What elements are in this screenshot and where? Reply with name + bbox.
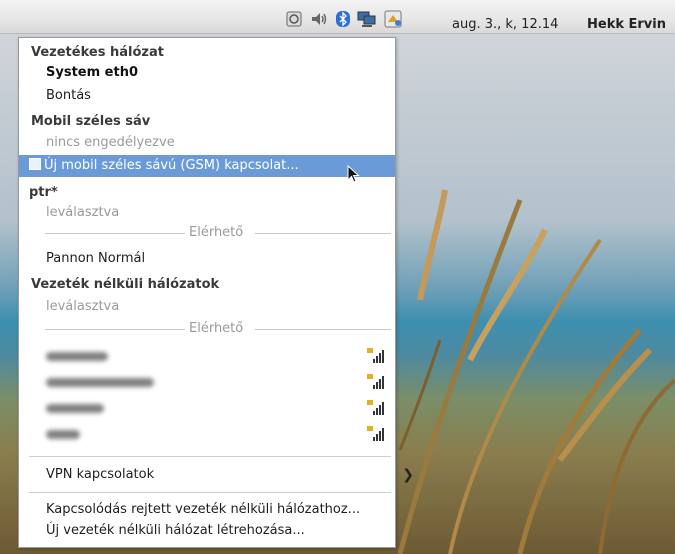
updates-icon[interactable]	[384, 10, 402, 28]
ptr-header: ptr*	[29, 185, 58, 200]
vpn-connections-label: VPN kapcsolatok	[46, 467, 155, 482]
bluetooth-icon[interactable]	[334, 10, 352, 28]
checkbox-icon	[29, 158, 41, 170]
top-panel: aug. 3., k, 12.14 Hekk Ervin	[0, 0, 675, 34]
blurred-network-name	[46, 430, 80, 439]
network-icon[interactable]	[357, 10, 376, 28]
disconnect-item[interactable]: Bontás	[19, 85, 422, 107]
wifi-signal-lock-icon	[366, 373, 384, 391]
new-mobile-connection-label: Új mobil széles sávú (GSM) kapcsolat...	[44, 158, 299, 173]
network-menu: Vezetékes hálózat System eth0 Bontás Mob…	[18, 37, 414, 548]
wireless-network-item[interactable]	[19, 423, 395, 445]
wireless-networks-header: Vezeték nélküli hálózatok	[31, 277, 220, 292]
user-menu[interactable]: Hekk Ervin	[587, 17, 666, 32]
blurred-network-name	[46, 352, 108, 361]
wireless-network-item[interactable]	[19, 345, 395, 367]
wireless-network-item[interactable]	[19, 397, 395, 419]
create-new-network-item[interactable]: Új vezeték nélküli hálózat létrehozása..…	[19, 520, 422, 542]
wireless-available-label: Elérhető	[189, 321, 244, 336]
mouse-cursor-icon	[347, 165, 360, 183]
clock[interactable]: aug. 3., k, 12.14	[452, 17, 558, 32]
mobile-status: nincs engedélyezve	[46, 135, 175, 150]
new-mobile-connection-item[interactable]: Új mobil széles sávú (GSM) kapcsolat...	[19, 155, 395, 177]
pannon-normal-item[interactable]: Pannon Normál	[19, 248, 422, 270]
sensor-icon[interactable]	[285, 10, 303, 28]
blurred-network-name	[46, 378, 154, 387]
wireless-network-item[interactable]	[19, 371, 395, 393]
vpn-connections-item[interactable]: VPN kapcsolatok ❯	[19, 464, 422, 486]
wireless-available-separator: Elérhető	[45, 318, 391, 340]
connect-hidden-network-item[interactable]: Kapcsolódás rejtett vezeték nélküli háló…	[19, 499, 422, 521]
wired-network-header: Vezetékes hálózat	[31, 45, 164, 60]
available-label: Elérhető	[189, 225, 244, 240]
volume-icon[interactable]	[310, 10, 328, 28]
wifi-signal-lock-icon	[366, 399, 384, 417]
menu-separator	[29, 492, 391, 493]
wifi-signal-lock-icon	[366, 425, 384, 443]
menu-separator	[29, 456, 391, 457]
mobile-broadband-header: Mobil széles sáv	[31, 114, 151, 129]
wireless-status: leválasztva	[46, 299, 120, 314]
wired-connection-item[interactable]: System eth0	[19, 62, 422, 84]
blurred-network-name	[46, 404, 104, 413]
wifi-signal-lock-icon	[366, 347, 384, 365]
ptr-status: leválasztva	[46, 205, 120, 220]
available-separator: Elérhető	[45, 222, 391, 244]
chevron-right-icon: ❯	[402, 467, 414, 483]
